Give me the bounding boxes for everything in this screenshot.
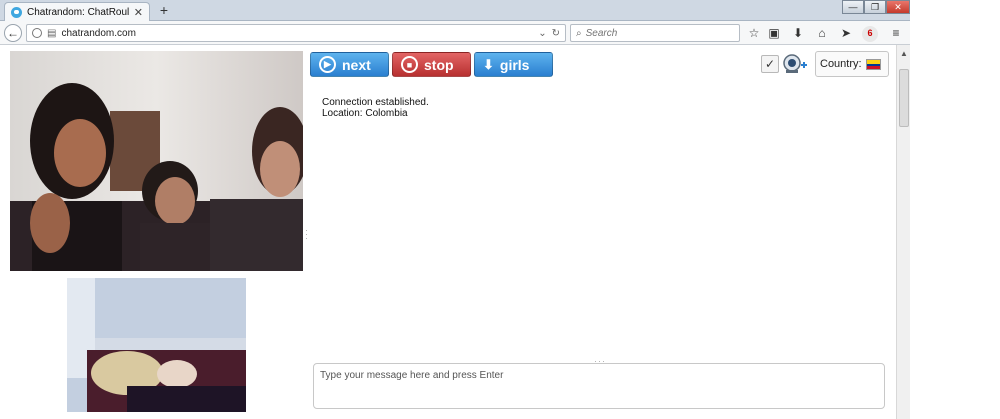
nav-toolbar: ← ▤ chatrandom.com ⌄ ↻ ⌕ ☆ ▣ ⬇ ⌂ ➤ 6 ≡ [0,21,910,45]
stranger-video-frame [10,51,303,271]
url-text[interactable]: chatrandom.com [61,28,533,39]
stop-label: stop [424,56,454,73]
star-icon[interactable]: ☆ [746,26,762,42]
stop-icon: ■ [401,56,418,73]
browser-tab[interactable]: Chatrandom: ChatRoulette... ✕ [4,2,150,22]
next-button[interactable]: ▶ next [310,52,389,77]
close-window-button[interactable]: ✕ [886,0,910,14]
search-input[interactable] [585,27,726,39]
scroll-up-icon[interactable]: ▲ [897,47,911,61]
download-icon[interactable]: ⬇ [790,26,806,42]
page-scrollbar[interactable]: ▲ [896,45,910,419]
resize-grip[interactable]: · · · [305,226,308,243]
chat-actions: ▶ next ■ stop ⬇ girls [310,52,553,77]
tab-strip: Chatrandom: ChatRoulette... ✕ + — ❐ ✕ [0,0,910,22]
stop-button[interactable]: ■ stop [392,52,471,77]
message-input[interactable] [320,370,878,402]
self-video [67,278,246,412]
clipboard-icon[interactable]: ▣ [766,26,782,42]
new-tab-button[interactable]: + [155,2,173,18]
country-label: Country: [820,58,862,70]
self-video-frame [67,278,246,412]
search-bar[interactable]: ⌕ [570,24,740,42]
reader-icon[interactable]: ▤ [47,28,56,39]
girls-label: girls [499,56,530,73]
tab-close-icon[interactable]: ✕ [134,6,143,19]
back-arrow-icon: ← [7,26,19,40]
chat-log: Connection established. Location: Colomb… [322,97,429,119]
chat-bubble-icon [11,7,22,18]
reload-icon[interactable]: ↻ [552,28,560,39]
home-icon[interactable]: ⌂ [814,26,830,42]
address-bar[interactable]: ▤ chatrandom.com ⌄ ↻ [26,24,566,42]
stranger-video [10,51,303,271]
dropdown-icon[interactable]: ⌄ [538,28,546,39]
colombia-flag-icon [865,58,881,70]
country-selector[interactable]: Country: [815,51,889,77]
minimize-button[interactable]: — [842,0,864,14]
download-arrow-icon: ⬇ [483,56,494,72]
next-arrow-icon: ▶ [319,56,336,73]
search-icon: ⌕ [576,27,582,39]
back-button[interactable]: ← [4,24,22,42]
notification-badge-icon[interactable]: 6 [862,26,878,42]
log-line: Location: Colombia [322,108,408,119]
globe-icon [32,28,42,38]
add-camera-icon[interactable] [782,53,808,75]
send-icon[interactable]: ➤ [838,26,854,42]
message-box[interactable] [313,363,885,409]
maximize-button[interactable]: ❐ [864,0,886,14]
menu-icon[interactable]: ≡ [888,26,904,42]
check-icon[interactable]: ✓ [761,55,779,73]
girls-button[interactable]: ⬇ girls [474,52,553,77]
log-line: Connection established. [322,97,429,108]
scroll-thumb[interactable] [899,69,909,127]
tab-title: Chatrandom: ChatRoulette... [27,7,129,18]
next-label: next [342,56,371,73]
